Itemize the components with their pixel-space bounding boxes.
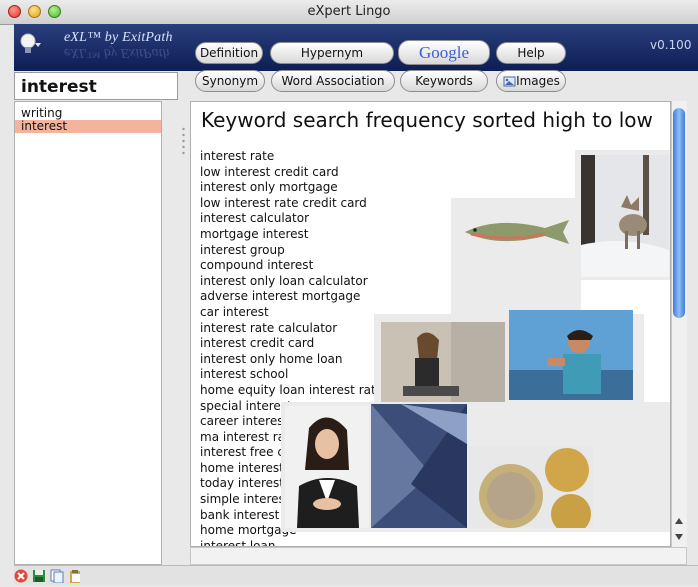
window-title: eXpert Lingo bbox=[307, 4, 391, 19]
search-input[interactable]: interest bbox=[14, 72, 178, 100]
google-button[interactable]: Google bbox=[398, 40, 490, 65]
keyword-item[interactable]: interest calculator bbox=[200, 211, 383, 227]
history-item-interest[interactable]: interest bbox=[15, 120, 161, 133]
word-association-button[interactable]: Word Association bbox=[271, 70, 395, 92]
image-euro-coins[interactable] bbox=[469, 446, 593, 528]
keyword-item[interactable]: interest only home loan bbox=[200, 352, 383, 368]
keyword-item[interactable]: interest school bbox=[200, 367, 383, 383]
synonym-button[interactable]: Synonym bbox=[195, 70, 265, 92]
image-coyote[interactable] bbox=[581, 155, 669, 277]
splitter-grip-icon[interactable] bbox=[182, 126, 185, 156]
keyword-item[interactable]: compound interest bbox=[200, 258, 383, 274]
keyword-item[interactable]: interest group bbox=[200, 243, 383, 259]
image-businesswoman[interactable] bbox=[285, 406, 369, 528]
version-label: v0.100 bbox=[650, 38, 692, 52]
vertical-scroll-thumb[interactable] bbox=[673, 108, 685, 318]
image-trout[interactable] bbox=[457, 212, 575, 252]
keyword-item[interactable]: mortgage interest bbox=[200, 227, 383, 243]
scroll-down-arrow-icon[interactable] bbox=[674, 528, 684, 540]
keyword-item[interactable]: interest rate bbox=[200, 149, 383, 165]
hypernym-button[interactable]: Hypernym bbox=[270, 42, 394, 64]
image-woman-reading[interactable] bbox=[381, 322, 505, 402]
definition-button[interactable]: Definition bbox=[195, 42, 263, 64]
save-icon[interactable] bbox=[32, 568, 46, 582]
delete-icon[interactable] bbox=[14, 568, 28, 583]
images-button-label: Images bbox=[516, 74, 560, 88]
keyword-item[interactable]: interest credit card bbox=[200, 336, 383, 352]
keyword-item[interactable]: adverse interest mortgage bbox=[200, 289, 383, 305]
brand-logo-reflection: eXL™ by ExitPath bbox=[64, 45, 170, 60]
results-heading: Keyword search frequency sorted high to … bbox=[201, 108, 653, 132]
image-blue-fabric[interactable] bbox=[371, 404, 467, 528]
keyword-item[interactable]: low interest rate credit card bbox=[200, 196, 383, 212]
keyword-item[interactable]: interest rate calculator bbox=[200, 321, 383, 337]
horizontal-scrollbar[interactable] bbox=[190, 547, 687, 565]
keyword-item[interactable]: interest only loan calculator bbox=[200, 274, 383, 290]
keyword-item[interactable]: car interest bbox=[200, 305, 383, 321]
images-icon bbox=[503, 74, 516, 87]
bottom-toolbar bbox=[14, 565, 698, 585]
history-list: writing interest bbox=[14, 101, 162, 565]
results-panel: Keyword search frequency sorted high to … bbox=[190, 101, 671, 547]
keywords-button[interactable]: Keywords bbox=[400, 70, 488, 92]
keyword-item[interactable]: low interest credit card bbox=[200, 165, 383, 181]
scroll-up-arrow-icon[interactable] bbox=[674, 512, 684, 524]
help-button[interactable]: Help bbox=[496, 42, 566, 64]
images-button[interactable]: Images bbox=[496, 70, 566, 92]
keyword-item[interactable]: home equity loan interest rate bbox=[200, 383, 383, 399]
keyword-item[interactable]: interest only mortgage bbox=[200, 180, 383, 196]
splitter[interactable] bbox=[162, 101, 190, 565]
lightbulb-icon[interactable] bbox=[20, 33, 42, 57]
keyword-item[interactable]: interest loan bbox=[200, 539, 383, 546]
paste-icon[interactable] bbox=[68, 568, 82, 583]
image-man-phone[interactable] bbox=[509, 310, 633, 400]
copy-icon[interactable] bbox=[50, 568, 64, 584]
